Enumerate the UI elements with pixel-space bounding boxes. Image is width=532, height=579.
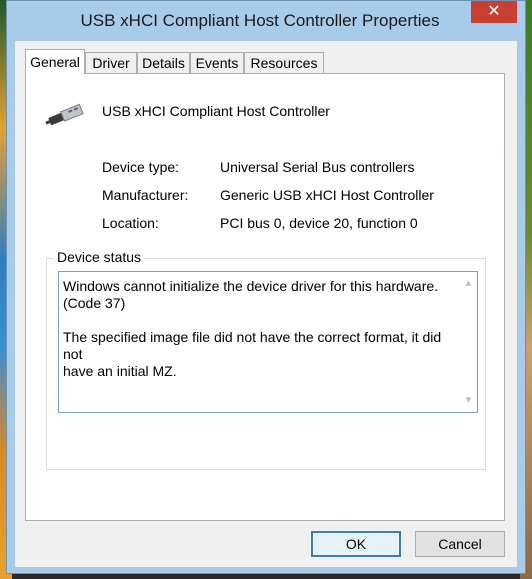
- scroll-down-icon[interactable]: ▼: [463, 395, 474, 406]
- close-icon: ✕: [487, 3, 501, 20]
- ok-button[interactable]: OK: [311, 531, 401, 557]
- status-scrollbar[interactable]: ▲ ▼: [460, 272, 477, 412]
- location-value: PCI bus 0, device 20, function 0: [220, 215, 418, 231]
- scroll-up-icon[interactable]: ▲: [463, 278, 474, 289]
- manufacturer-label: Manufacturer:: [102, 187, 189, 203]
- tab-details[interactable]: Details: [137, 52, 190, 73]
- device-status-label: Device status: [54, 249, 145, 265]
- tab-resources[interactable]: Resources: [244, 52, 324, 73]
- tab-events[interactable]: Events: [190, 52, 244, 73]
- window-title: USB xHCI Compliant Host Controller Prope…: [80, 11, 440, 30]
- close-button[interactable]: ✕: [471, 1, 517, 23]
- device-status-textbox[interactable]: Windows cannot initialize the device dri…: [58, 271, 478, 413]
- device-name: USB xHCI Compliant Host Controller: [102, 103, 330, 119]
- location-label: Location:: [102, 215, 159, 231]
- manufacturer-value: Generic USB xHCI Host Controller: [220, 187, 434, 203]
- dialog-client-area: General Driver Details Events Resources …: [15, 41, 517, 567]
- cancel-button[interactable]: Cancel: [415, 531, 505, 557]
- tab-driver[interactable]: Driver: [85, 52, 137, 73]
- usb-device-icon: [45, 103, 84, 126]
- device-type-label: Device type:: [102, 159, 180, 175]
- general-tab-panel: USB xHCI Compliant Host Controller Devic…: [25, 73, 505, 521]
- device-type-value: Universal Serial Bus controllers: [220, 159, 415, 175]
- device-status-text: Windows cannot initialize the device dri…: [63, 278, 442, 379]
- tab-general[interactable]: General: [25, 49, 85, 74]
- properties-dialog: USB xHCI Compliant Host Controller Prope…: [6, 0, 526, 574]
